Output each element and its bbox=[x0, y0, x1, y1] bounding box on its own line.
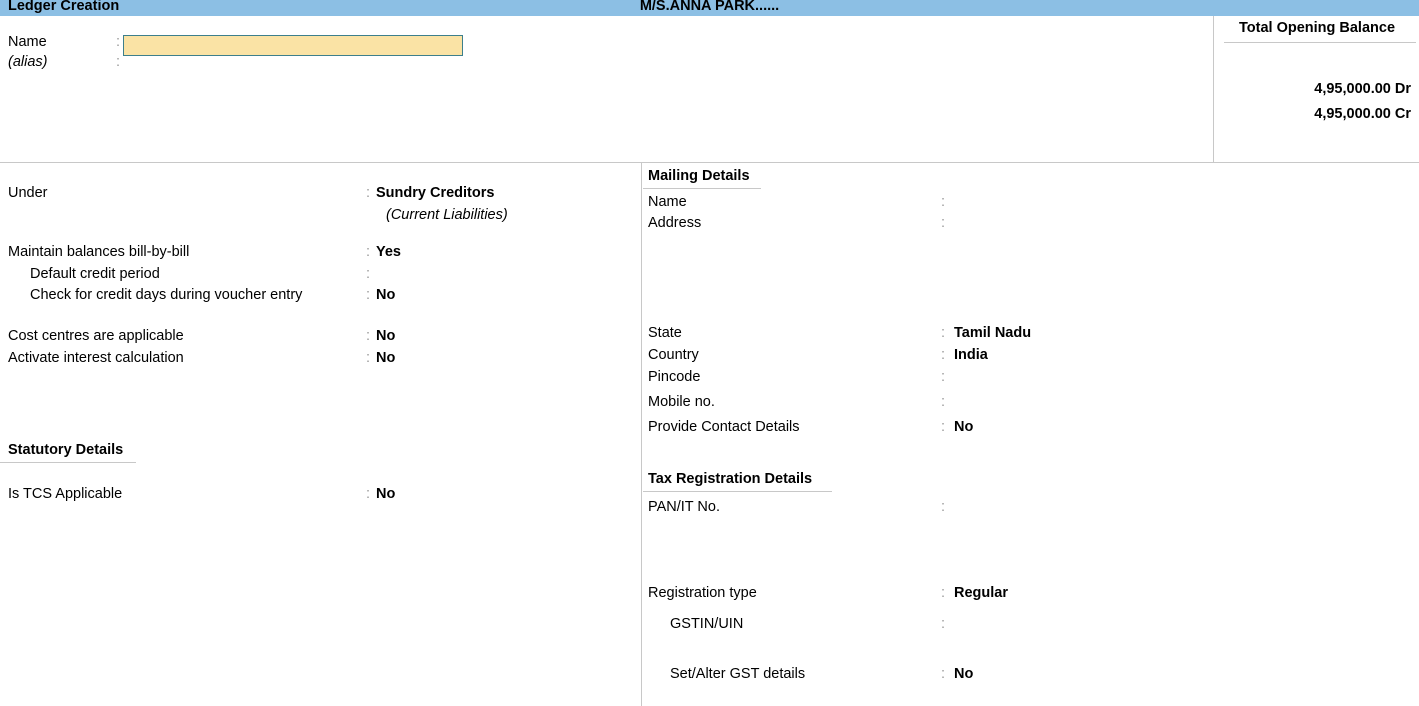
field-default-credit-period[interactable]: Default credit period : bbox=[0, 266, 641, 288]
left-details-column: Under : Sundry Creditors (Current Liabil… bbox=[0, 163, 641, 706]
check-credit-days-colon: : bbox=[366, 287, 371, 303]
pincode-label: Pincode bbox=[648, 369, 701, 385]
mailing-address-colon: : bbox=[941, 215, 946, 231]
is-tcs-applicable-label: Is TCS Applicable bbox=[8, 486, 123, 502]
country-label: Country bbox=[648, 347, 699, 363]
under-group-note: (Current Liabilities) bbox=[386, 207, 508, 223]
provide-contact-details-colon: : bbox=[941, 419, 946, 435]
pan-it-no-label: PAN/IT No. bbox=[648, 499, 720, 515]
field-pincode[interactable]: Pincode : bbox=[642, 369, 1419, 391]
set-alter-gst-label: Set/Alter GST details bbox=[670, 666, 806, 682]
name-colon: : bbox=[116, 34, 121, 50]
right-details-column: Mailing Details Name : Address : State :… bbox=[641, 163, 1419, 706]
interest-calculation-colon: : bbox=[366, 350, 371, 366]
set-alter-gst-value: No bbox=[954, 666, 974, 682]
under-group-note-row: (Current Liabilities) bbox=[0, 207, 641, 229]
default-credit-period-label: Default credit period bbox=[30, 266, 160, 282]
field-activate-interest-calculation[interactable]: Activate interest calculation : No bbox=[0, 350, 641, 372]
default-credit-period-colon: : bbox=[366, 266, 371, 282]
field-check-credit-days[interactable]: Check for credit days during voucher ent… bbox=[0, 287, 641, 309]
mobile-no-colon: : bbox=[941, 394, 946, 410]
provide-contact-details-label: Provide Contact Details bbox=[648, 419, 800, 435]
under-colon: : bbox=[366, 185, 371, 201]
company-name-title: M/S.ANNA PARK...... bbox=[639, 0, 780, 14]
gstin-uin-label: GSTIN/UIN bbox=[670, 616, 744, 632]
field-country[interactable]: Country : India bbox=[642, 347, 1419, 369]
check-credit-days-label: Check for credit days during voucher ent… bbox=[30, 287, 303, 303]
field-mobile-no[interactable]: Mobile no. : bbox=[642, 394, 1419, 416]
provide-contact-details-value: No bbox=[954, 419, 974, 435]
name-label: Name bbox=[8, 34, 47, 50]
field-set-alter-gst-details[interactable]: Set/Alter GST details : No bbox=[642, 666, 1419, 688]
cost-centres-label: Cost centres are applicable bbox=[8, 328, 184, 344]
total-opening-balance-panel: Total Opening Balance 4,95,000.00 Dr 4,9… bbox=[1213, 16, 1419, 163]
ledger-name-input[interactable] bbox=[123, 35, 463, 56]
opening-balance-credit: 4,95,000.00 Cr bbox=[1314, 106, 1411, 122]
interest-calculation-value: No bbox=[376, 350, 396, 366]
interest-calculation-label: Activate interest calculation bbox=[8, 350, 184, 366]
alias-colon: : bbox=[116, 54, 121, 70]
pan-it-no-colon: : bbox=[941, 499, 946, 515]
state-colon: : bbox=[941, 325, 946, 341]
statutory-details-heading-rule bbox=[0, 462, 136, 463]
opening-balance-heading: Total Opening Balance bbox=[1238, 20, 1396, 36]
ledger-identity-section: Name : (alias) : bbox=[0, 16, 1419, 163]
cost-centres-colon: : bbox=[366, 328, 371, 344]
opening-balance-debit: 4,95,000.00 Dr bbox=[1314, 81, 1411, 97]
mailing-address-label: Address bbox=[648, 215, 702, 231]
mailing-name-colon: : bbox=[941, 194, 946, 210]
field-registration-type[interactable]: Registration type : Regular bbox=[642, 585, 1419, 607]
field-maintain-balances-bill-by-bill[interactable]: Maintain balances bill-by-bill : Yes bbox=[0, 244, 641, 266]
is-tcs-applicable-colon: : bbox=[366, 486, 371, 502]
field-state[interactable]: State : Tamil Nadu bbox=[642, 325, 1419, 347]
check-credit-days-value: No bbox=[376, 287, 396, 303]
field-gstin-uin[interactable]: GSTIN/UIN : bbox=[642, 616, 1419, 638]
bill-by-bill-label: Maintain balances bill-by-bill bbox=[8, 244, 190, 260]
opening-balance-heading-rule bbox=[1224, 42, 1416, 43]
tax-registration-details-heading: Tax Registration Details bbox=[648, 471, 813, 487]
pincode-colon: : bbox=[941, 369, 946, 385]
field-provide-contact-details[interactable]: Provide Contact Details : No bbox=[642, 419, 1419, 441]
bill-by-bill-colon: : bbox=[366, 244, 371, 260]
ledger-details-body: Under : Sundry Creditors (Current Liabil… bbox=[0, 163, 1419, 706]
field-mailing-address[interactable]: Address : bbox=[642, 215, 1419, 237]
mobile-no-label: Mobile no. bbox=[648, 394, 715, 410]
registration-type-label: Registration type bbox=[648, 585, 757, 601]
registration-type-colon: : bbox=[941, 585, 946, 601]
alias-label: (alias) bbox=[8, 54, 48, 70]
field-is-tcs-applicable[interactable]: Is TCS Applicable : No bbox=[0, 486, 641, 508]
field-pan-it-no[interactable]: PAN/IT No. : bbox=[642, 499, 1419, 521]
bill-by-bill-value: Yes bbox=[376, 244, 401, 260]
tax-registration-details-heading-rule bbox=[643, 491, 832, 492]
gstin-uin-colon: : bbox=[941, 616, 946, 632]
registration-type-value: Regular bbox=[954, 585, 1008, 601]
field-cost-centres-applicable[interactable]: Cost centres are applicable : No bbox=[0, 328, 641, 350]
mailing-details-heading-rule bbox=[643, 188, 761, 189]
under-value: Sundry Creditors bbox=[376, 185, 495, 201]
title-bar: Ledger Creation M/S.ANNA PARK...... bbox=[0, 0, 1419, 16]
under-label: Under bbox=[8, 185, 48, 201]
is-tcs-applicable-value: No bbox=[376, 486, 396, 502]
state-label: State bbox=[648, 325, 682, 341]
country-colon: : bbox=[941, 347, 946, 363]
country-value: India bbox=[954, 347, 988, 363]
mailing-name-label: Name bbox=[648, 194, 687, 210]
statutory-details-heading: Statutory Details bbox=[8, 442, 124, 458]
state-value: Tamil Nadu bbox=[954, 325, 1032, 341]
field-under[interactable]: Under : Sundry Creditors bbox=[0, 185, 641, 207]
mailing-details-heading: Mailing Details bbox=[648, 168, 750, 184]
set-alter-gst-colon: : bbox=[941, 666, 946, 682]
cost-centres-value: No bbox=[376, 328, 396, 344]
field-mailing-name[interactable]: Name : bbox=[642, 194, 1419, 216]
